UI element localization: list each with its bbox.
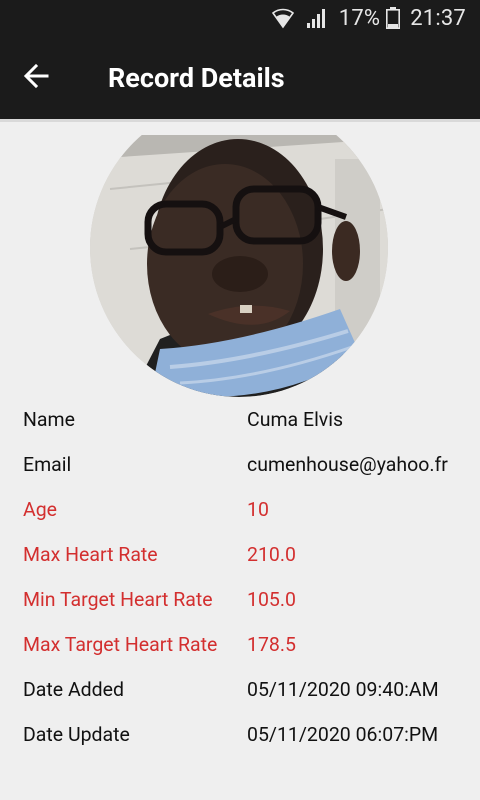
clock: 21:37 [410,5,466,31]
detail-row: Date Added 05/11/2020 09:40:AM [23,678,463,702]
detail-value: 10 [247,498,269,521]
detail-row: Name Cuma Elvis [23,408,463,432]
detail-label: Email [23,453,72,476]
detail-row: Date Update 05/11/2020 06:07:PM [23,723,463,747]
profile-photo-container [90,135,388,397]
status-bar: 17% 21:37 [0,0,480,36]
cellular-signal-icon [305,7,329,29]
detail-label: Age [23,498,58,521]
detail-label: Max Heart Rate [23,543,158,566]
avatar [90,135,388,397]
detail-value: 05/11/2020 09:40:AM [247,678,439,701]
detail-row: Max Heart Rate 210.0 [23,543,463,567]
detail-value: 178.5 [247,633,296,656]
app-bar: Record Details [0,36,480,122]
detail-row: Min Target Heart Rate 105.0 [23,588,463,612]
battery-percent: 17% [338,5,381,31]
back-button[interactable] [0,35,72,121]
detail-label: Max Target Heart Rate [23,633,218,656]
detail-value: 05/11/2020 06:07:PM [247,723,439,746]
detail-label: Min Target Heart Rate [23,588,213,611]
detail-label: Date Update [23,723,130,746]
detail-row: Email cumenhouse@yahoo.fr [23,453,463,477]
detail-row: Max Target Heart Rate 178.5 [23,633,463,657]
detail-row: Age 10 [23,498,463,522]
wifi-icon [271,7,295,29]
detail-value: Cuma Elvis [247,408,344,431]
page-title: Record Details [108,61,285,94]
detail-value: 210.0 [247,543,296,566]
battery-icon [386,7,401,29]
detail-value: 105.0 [247,588,296,611]
detail-label: Date Added [23,678,125,701]
record-details-list: Name Cuma Elvis Email cumenhouse@yahoo.fr Ag… [23,408,463,747]
detail-label: Name [23,408,75,431]
detail-value: cumenhouse@yahoo.fr [247,453,448,476]
arrow-back-icon [23,63,49,93]
